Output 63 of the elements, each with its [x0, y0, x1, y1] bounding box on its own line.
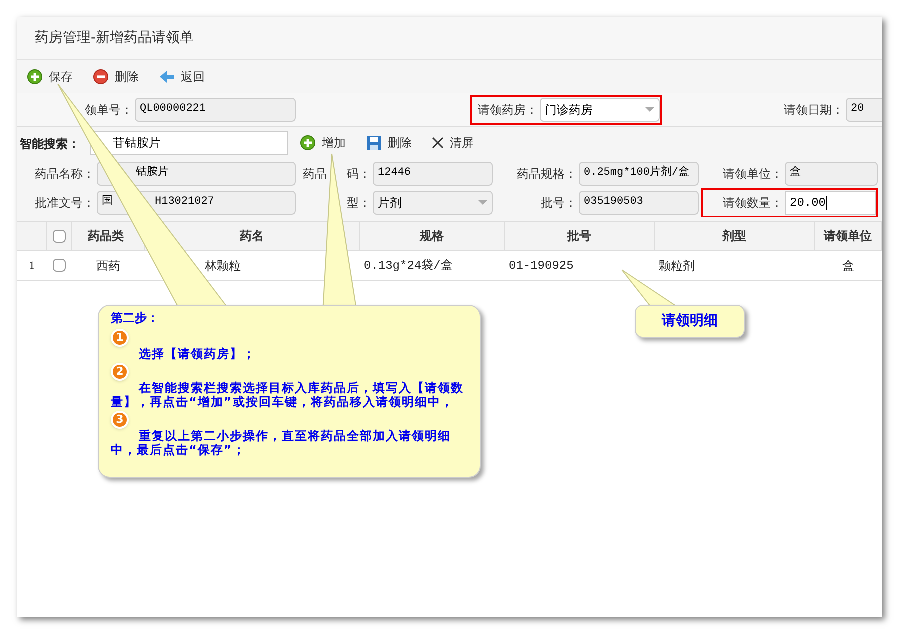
dropdown-caret-icon [645, 107, 655, 112]
table-cell: 颗粒剂 [659, 258, 695, 272]
save-icon [366, 135, 382, 151]
toolbar-button[interactable]: 返回 [159, 68, 205, 86]
field-label: 请领数量： [723, 194, 783, 212]
step-text: 在智能搜索栏搜索选择目标入库药品后，填写入【请领数量】，再点击“增加”或按回车键，将药品移入请领明细中， [111, 381, 465, 409]
column-header: 规格 [420, 228, 444, 245]
minus-icon [93, 68, 109, 84]
field-text: H13021027 [155, 195, 214, 210]
step-text: 选择【请领药房】； [138, 347, 257, 361]
field-label: 批号： [541, 194, 577, 212]
row-number: 1 [29, 260, 35, 272]
text-field[interactable]: 20 [846, 98, 882, 122]
step-number-badge: 1 [111, 329, 129, 347]
field-label: 型： [347, 194, 371, 212]
column-header: 剂型 [722, 228, 746, 245]
plus-icon [27, 68, 43, 84]
callout-title: 请领明细 [662, 312, 718, 331]
input-field[interactable]: 20.00 [785, 190, 876, 214]
callout-title: 第二步： [111, 311, 159, 325]
field-label: 批准文号： [35, 194, 95, 212]
left-arrow-icon [159, 68, 175, 84]
field-label: 码： [347, 166, 371, 182]
step-text: 重复以上第二小步操作，直至将药品全部加入请领明细中，最后点击“保存”； [111, 429, 452, 457]
table-cell: 01-190925 [509, 258, 574, 272]
field-label: 领单号： [85, 102, 133, 118]
select-field[interactable]: 门诊药房 [540, 98, 660, 122]
action-button[interactable]: 增加 [300, 134, 346, 152]
text-field[interactable]: QL00000221 [135, 98, 296, 122]
plus-icon [300, 135, 316, 151]
search-field[interactable]: 苷钴胺片 [90, 131, 288, 155]
table-cell: 0.13g*24袋/盒 [364, 258, 453, 272]
select-field[interactable]: 片剂 [373, 190, 493, 214]
text-field[interactable]: 钴胺片 [97, 162, 296, 186]
field-label: 药品规格： [517, 166, 577, 182]
action-button[interactable]: 删除 [366, 134, 412, 152]
column-header: 批号 [568, 228, 592, 245]
table-cell: 林颗粒 [205, 258, 241, 272]
step-number-badge: 2 [111, 363, 129, 381]
window-title: 药房管理-新增药品请领单 [35, 28, 194, 48]
text-field[interactable]: 0.25mg*100片剂/盒 [579, 162, 699, 186]
field-text: 国 [102, 194, 113, 210]
toolbar-button[interactable]: 保存 [27, 68, 73, 86]
field-label: 请领药房： [478, 102, 538, 118]
dropdown-caret-icon [478, 200, 488, 205]
action-button[interactable]: 清屏 [432, 134, 474, 152]
column-header: 药品类 [88, 228, 124, 245]
checkbox[interactable] [52, 230, 66, 242]
field-label: 请领日期： [784, 102, 844, 118]
close-icon [432, 137, 444, 149]
field-label: 药品名称： [35, 166, 95, 182]
checkbox[interactable] [53, 259, 66, 272]
text-field[interactable]: 盒 [785, 162, 878, 186]
table-cell: 西药 [96, 258, 120, 272]
step-number-badge: 3 [111, 411, 129, 429]
field-label: 请领单位： [723, 166, 783, 182]
column-header: 请领单位 [824, 228, 872, 245]
text-field[interactable]: 12446 [373, 162, 493, 186]
column-header: 药名 [240, 228, 264, 245]
table-cell: 盒 [842, 258, 854, 272]
text-field[interactable]: 035190503 [579, 190, 699, 214]
field-label: 药品 [303, 166, 327, 182]
search-label: 智能搜索： [20, 137, 80, 151]
